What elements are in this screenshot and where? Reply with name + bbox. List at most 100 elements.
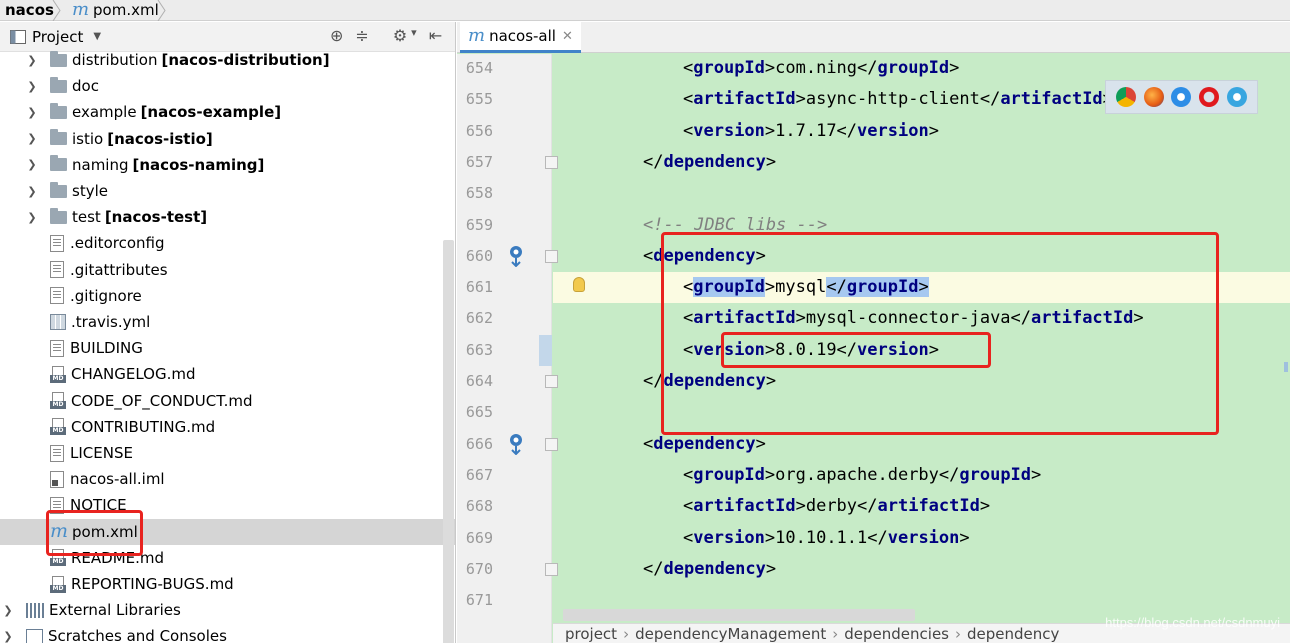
text-file-icon [50, 261, 64, 279]
tree-item[interactable]: ❯ distribution [nacos-distribution] [0, 47, 455, 73]
line-number: 663 [465, 340, 493, 359]
code-line[interactable]: 670 </dependency> [457, 554, 1290, 585]
xml-tag-name: dependency [653, 433, 756, 454]
xml-tag-name: artifactId [877, 496, 980, 517]
xml-text: < [643, 433, 654, 454]
tree-item[interactable]: .editorconfig [0, 230, 455, 256]
tree-item-label: BUILDING [70, 339, 143, 358]
module-file-icon [50, 470, 64, 488]
chevron-right-icon[interactable]: ❯ [26, 80, 38, 93]
line-number: 655 [465, 90, 493, 109]
gear-icon[interactable]: ⚙ [393, 26, 407, 45]
breadcrumb-file[interactable]: m pom.xml [60, 0, 166, 21]
chevron-right-icon[interactable]: ❯ [2, 630, 14, 643]
editor-breadcrumb-item[interactable]: project [553, 625, 629, 643]
tree-item[interactable]: ❯ naming [nacos-naming] [0, 152, 455, 178]
code-line[interactable]: 668 <artifactId>derby</artifactId> [457, 491, 1290, 522]
folder-icon [50, 155, 67, 172]
editor-breadcrumb-item[interactable]: dependencyManagement [623, 625, 838, 643]
tree-item-module: [nacos-distribution] [161, 51, 330, 69]
tree-item-module: [nacos-example] [140, 103, 282, 122]
chevron-right-icon[interactable]: ❯ [2, 604, 14, 617]
library-icon [26, 602, 44, 618]
safari-icon[interactable] [1171, 87, 1192, 107]
tree-item[interactable]: MD CODE_OF_CONDUCT.md [0, 388, 455, 414]
xml-tag-name: version [693, 120, 765, 141]
xml-tag-name: artifactId [1000, 89, 1103, 110]
tree-item-label: .gitignore [70, 286, 142, 305]
fold-marker-icon[interactable] [545, 249, 558, 263]
tree-item[interactable]: ❯ External Libraries [0, 597, 455, 623]
chevron-right-icon[interactable]: ❯ [26, 185, 38, 198]
tree-item-label: Scratches and Consoles [48, 627, 227, 643]
gear-dropdown-icon[interactable]: ▾ [411, 26, 417, 45]
tree-item[interactable]: nacos-all.iml [0, 466, 455, 492]
maven-dependency-icon[interactable] [507, 245, 525, 267]
firefox-icon[interactable] [1143, 87, 1164, 107]
xml-text: >10.10.1.1</ [764, 527, 888, 548]
ie-icon[interactable] [1227, 87, 1248, 107]
tree-item-label: distribution [72, 51, 158, 69]
tree-item-module: [nacos-test] [104, 208, 208, 227]
editor-breadcrumb-item[interactable]: dependencies [832, 625, 960, 643]
chevron-down-icon[interactable]: ▼ [93, 31, 101, 42]
code-line[interactable]: 656 <version>1.7.17</version> [457, 116, 1290, 147]
code-line[interactable]: 669 <version>10.10.1.1</version> [457, 523, 1290, 554]
tree-item-label: test [72, 208, 101, 227]
tree-item[interactable]: BUILDING [0, 335, 455, 361]
lightbulb-icon[interactable] [573, 277, 585, 293]
tree-item[interactable]: ❯ test [nacos-test] [0, 204, 455, 230]
line-number: 659 [465, 215, 493, 234]
tree-item[interactable]: MD CHANGELOG.md [0, 361, 455, 387]
code-line[interactable]: 658 [457, 178, 1290, 209]
fold-marker-icon[interactable] [545, 375, 558, 388]
chevron-right-icon[interactable]: ❯ [26, 158, 38, 171]
tree-scrollbar[interactable] [443, 240, 454, 643]
tab-nacos-all[interactable]: m nacos-all ✕ [460, 22, 581, 53]
maven-dependency-icon[interactable] [507, 433, 525, 455]
code-line[interactable]: 667 <groupId>org.apache.derby</groupId> [457, 460, 1290, 491]
fold-marker-icon[interactable] [545, 562, 558, 576]
editor-tab-bar: m nacos-all ✕ [457, 22, 1290, 53]
project-view-selector[interactable]: Project [32, 28, 83, 46]
tree-item-label: REPORTING-BUGS.md [71, 575, 234, 593]
tree-item-label: naming [72, 155, 129, 174]
tree-item-label: nacos-all.iml [70, 470, 165, 489]
tree-item[interactable]: .gitignore [0, 283, 455, 309]
code-line[interactable]: 657 </dependency> [457, 147, 1290, 178]
fold-marker-icon[interactable] [545, 155, 558, 169]
xml-tag-name: groupId [877, 58, 950, 78]
tree-item-label: example [72, 103, 137, 122]
hide-panel-icon[interactable]: ⇤ [429, 26, 442, 45]
tree-item[interactable]: ❯ style [0, 178, 455, 204]
tree-item[interactable]: MD CONTRIBUTING.md [0, 414, 455, 440]
fold-marker-icon[interactable] [545, 437, 558, 451]
locate-file-icon[interactable]: ⊕ [330, 26, 343, 45]
chevron-right-icon[interactable]: ❯ [26, 54, 38, 67]
xml-text: >derby</ [795, 496, 878, 517]
chevron-right-icon[interactable]: ❯ [26, 132, 38, 145]
line-number: 667 [465, 465, 493, 484]
tree-item[interactable]: .gitattributes [0, 257, 455, 283]
close-icon[interactable]: ✕ [562, 29, 573, 44]
project-panel-toolbar: ⊕ ≑ ⚙ ▾ ⇤ [330, 26, 442, 45]
collapse-all-icon[interactable]: ≑ [355, 26, 368, 45]
tree-item[interactable]: ❯ example [nacos-example] [0, 99, 455, 125]
yaml-file-icon [50, 314, 66, 330]
opera-icon[interactable] [1199, 87, 1220, 107]
error-stripe-marker[interactable] [1284, 362, 1288, 372]
tree-item[interactable]: .travis.yml [0, 309, 455, 335]
chevron-right-icon[interactable]: ❯ [26, 211, 38, 224]
tree-item-label: External Libraries [49, 601, 181, 620]
tree-item[interactable]: LICENSE [0, 440, 455, 466]
chevron-right-icon[interactable]: ❯ [26, 106, 38, 119]
tree-item[interactable]: ❯ Scratches and Consoles [0, 623, 455, 643]
horizontal-scrollbar[interactable] [563, 609, 915, 621]
breadcrumb-root[interactable]: nacos [0, 0, 61, 21]
chrome-icon[interactable] [1115, 87, 1136, 107]
tree-item[interactable]: ❯ istio [nacos-istio] [0, 126, 455, 152]
tree-item[interactable]: MD REPORTING-BUGS.md [0, 571, 455, 597]
tree-item[interactable]: ❯ doc [0, 73, 455, 99]
editor-breadcrumb-item[interactable]: dependency [955, 625, 1065, 643]
tree-item-label: .gitattributes [70, 260, 168, 279]
